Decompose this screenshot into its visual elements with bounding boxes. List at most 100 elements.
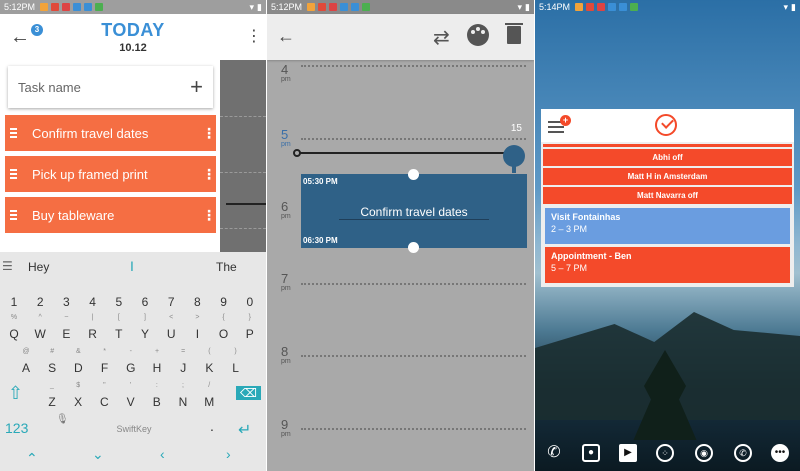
event-title[interactable]: Confirm travel dates bbox=[301, 205, 527, 219]
resize-handle-top[interactable] bbox=[408, 169, 419, 180]
status-bar: 5:12PM ▾ ▮ bbox=[267, 0, 534, 14]
key-2[interactable]: 2 bbox=[28, 282, 52, 312]
suggestion-left[interactable]: Hey bbox=[28, 260, 49, 274]
add-task-icon[interactable]: + bbox=[190, 76, 203, 98]
event-start-time: 05:30 PM bbox=[303, 177, 338, 186]
key-j[interactable]: = J bbox=[171, 348, 195, 378]
overflow-menu-icon[interactable]: ⋮ bbox=[246, 28, 262, 46]
key-w[interactable]: ^ W bbox=[28, 314, 52, 344]
key-1[interactable]: 1 bbox=[2, 282, 26, 312]
widget-add-icon[interactable]: + bbox=[560, 115, 571, 126]
allday-event[interactable]: Abhi off bbox=[543, 149, 792, 166]
key-0[interactable]: 0 bbox=[238, 282, 262, 312]
task-name-input[interactable]: Task name + bbox=[8, 66, 213, 108]
task-item[interactable]: Buy tableware ⋮ bbox=[5, 197, 216, 233]
task-item[interactable]: Pick up framed print ⋮ bbox=[5, 156, 216, 192]
key-q[interactable]: % Q bbox=[2, 314, 26, 344]
allday-event[interactable]: Matt Navarra off bbox=[543, 187, 792, 204]
key-b[interactable]: :B bbox=[145, 382, 169, 412]
repeat-icon[interactable]: ⇄ bbox=[433, 25, 450, 50]
back-arrow-icon[interactable]: ← bbox=[277, 26, 295, 47]
task-menu-icon[interactable]: ⋮ bbox=[202, 207, 216, 224]
key-symbol: = bbox=[181, 348, 186, 355]
key-s[interactable]: # S bbox=[40, 348, 64, 378]
chrome-icon[interactable]: ◉ bbox=[695, 444, 713, 462]
gmail-icon bbox=[597, 3, 606, 11]
key-h[interactable]: + H bbox=[145, 348, 169, 378]
timed-event[interactable]: Visit Fontainhas 2 – 3 PM bbox=[545, 208, 790, 244]
delete-icon[interactable] bbox=[505, 23, 523, 44]
key-label: 4 bbox=[89, 295, 96, 309]
enter-key-icon[interactable]: ↵ bbox=[238, 420, 251, 440]
timed-event[interactable]: Appointment - Ben 5 – 7 PM bbox=[545, 247, 790, 283]
whatsapp-icon[interactable]: ✆ bbox=[734, 444, 752, 462]
messages-icon[interactable]: ••• bbox=[771, 444, 789, 462]
key-o[interactable]: {O bbox=[212, 314, 236, 344]
apps-icon[interactable]: ⁘ bbox=[656, 444, 674, 462]
key-n[interactable]: ; N bbox=[171, 382, 195, 412]
hour-label: 8 pm bbox=[281, 344, 291, 365]
number-key[interactable]: 123 bbox=[5, 420, 28, 436]
calendar-peek[interactable] bbox=[220, 60, 266, 252]
keyboard-menu-icon[interactable]: ☰ bbox=[2, 259, 13, 273]
mic-icon[interactable]: 🎙 bbox=[56, 414, 69, 425]
cursor-left-icon[interactable]: ‹ bbox=[160, 446, 165, 462]
cursor-down-icon[interactable]: ⌄ bbox=[92, 446, 104, 463]
key-label: Z bbox=[48, 395, 56, 409]
key-t[interactable]: [T bbox=[107, 314, 131, 344]
key-3[interactable]: 3 bbox=[54, 282, 78, 312]
key-u[interactable]: < U bbox=[159, 314, 183, 344]
resize-handle-bottom[interactable] bbox=[408, 242, 419, 253]
backspace-key-icon[interactable]: ⌫ bbox=[236, 386, 261, 400]
drag-handle-icon[interactable] bbox=[10, 210, 22, 220]
key-x[interactable]: $ X bbox=[66, 382, 90, 412]
key-v[interactable]: ' V bbox=[119, 382, 143, 412]
key-l[interactable]: ) L bbox=[224, 348, 248, 378]
phone-icon[interactable]: ✆ bbox=[545, 444, 563, 462]
palette-icon[interactable] bbox=[467, 24, 489, 46]
event-block[interactable]: 05:30 PM Confirm travel dates 06:30 PM bbox=[301, 174, 527, 248]
key-a[interactable]: @ A bbox=[14, 348, 38, 378]
key-label: H bbox=[152, 361, 162, 375]
key-label: V bbox=[126, 395, 135, 409]
key-r[interactable]: | R bbox=[81, 314, 105, 344]
space-key[interactable]: SwiftKey bbox=[84, 424, 184, 434]
key-label: 3 bbox=[63, 295, 70, 309]
task-menu-icon[interactable]: ⋮ bbox=[202, 125, 216, 142]
play-store-icon[interactable]: ▶ bbox=[619, 444, 637, 462]
key-8[interactable]: 8 bbox=[185, 282, 209, 312]
key-4[interactable]: 4 bbox=[81, 282, 105, 312]
key-9[interactable]: 9 bbox=[212, 282, 236, 312]
key-c[interactable]: " C bbox=[92, 382, 116, 412]
key-d[interactable]: & D bbox=[66, 348, 90, 378]
drag-handle-icon[interactable] bbox=[10, 128, 22, 138]
key-6[interactable]: 6 bbox=[133, 282, 157, 312]
suggestion-right[interactable]: The bbox=[216, 260, 237, 274]
cursor-left-icon[interactable]: ⌃ bbox=[26, 450, 38, 467]
time-slider-knob[interactable] bbox=[503, 145, 525, 173]
key-p[interactable]: } P bbox=[238, 314, 262, 344]
key-f[interactable]: * F bbox=[93, 348, 117, 378]
hour-label: 6 pm bbox=[281, 199, 291, 220]
key-e[interactable]: ~ E bbox=[54, 314, 78, 344]
task-item[interactable]: Confirm travel dates ⋮ bbox=[5, 115, 216, 151]
app-logo-icon[interactable] bbox=[655, 114, 677, 136]
time-slider-track bbox=[295, 152, 518, 154]
drag-handle-icon[interactable] bbox=[10, 169, 22, 179]
key-k[interactable]: (K bbox=[197, 348, 221, 378]
key-i[interactable]: > I bbox=[185, 314, 209, 344]
key-5[interactable]: 5 bbox=[107, 282, 131, 312]
camera-icon[interactable]: ● bbox=[582, 444, 600, 462]
key-m[interactable]: / M bbox=[197, 382, 221, 412]
period-key[interactable]: . bbox=[210, 418, 214, 434]
cursor-right-icon[interactable]: › bbox=[226, 446, 231, 462]
key-7[interactable]: 7 bbox=[159, 282, 183, 312]
suggestion-center[interactable]: I bbox=[130, 258, 134, 274]
allday-event[interactable]: Matt H in Amsterdam bbox=[543, 168, 792, 185]
key-y[interactable]: ] Y bbox=[133, 314, 157, 344]
task-menu-icon[interactable]: ⋮ bbox=[202, 166, 216, 183]
shift-key-icon[interactable]: ⇧ bbox=[8, 383, 23, 404]
key-g[interactable]: -G bbox=[119, 348, 143, 378]
hour-label: 9 pm bbox=[281, 417, 291, 438]
key-z[interactable]: _ Z bbox=[40, 382, 64, 412]
